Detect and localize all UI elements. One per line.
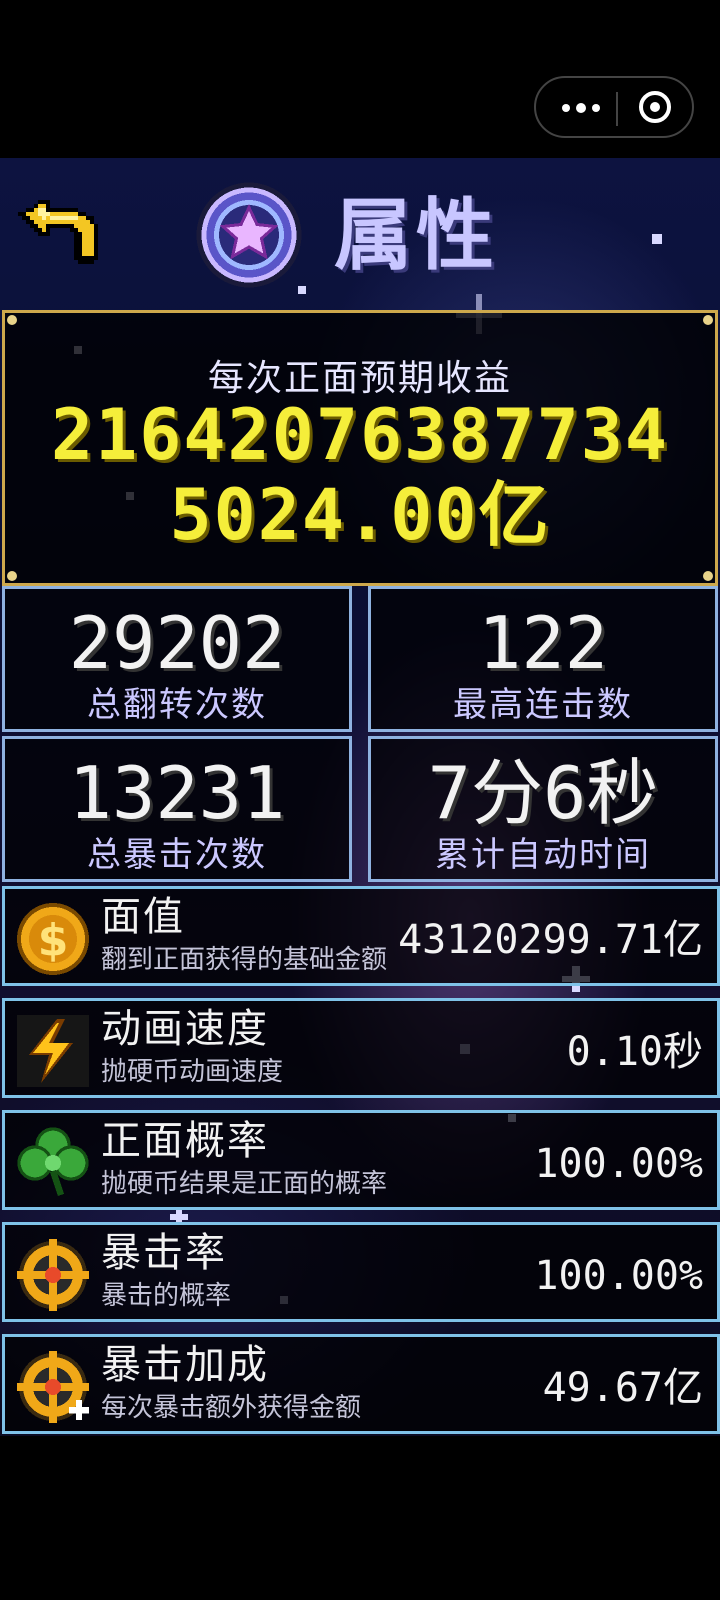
- mini-program-status-bar: [0, 0, 720, 158]
- stat-value: 7分6秒: [427, 751, 659, 835]
- stat-label: 总翻转次数: [87, 685, 267, 725]
- svg-text:$: $: [38, 915, 69, 966]
- attribute-value: 100.00%: [534, 1141, 703, 1187]
- expected-income-value: 21642076387734 5024.00亿: [5, 395, 715, 555]
- capsule-divider: [616, 92, 618, 126]
- attribute-desc: 抛硬币动画速度: [101, 1057, 284, 1087]
- attribute-row-heads-probability[interactable]: 正面概率 抛硬币结果是正面的概率 100.00%: [2, 1110, 720, 1210]
- attribute-value: 43120299.71亿: [398, 917, 703, 963]
- lightning-icon: [13, 1011, 93, 1091]
- attribute-desc: 抛硬币结果是正面的概率: [101, 1169, 388, 1199]
- more-dots-icon[interactable]: [552, 88, 610, 128]
- attribute-desc: 暴击的概率: [101, 1281, 232, 1311]
- attribute-name: 正面概率: [101, 1118, 269, 1164]
- attribute-name: 暴击率: [101, 1230, 227, 1276]
- stat-value: 13231: [68, 751, 286, 835]
- stat-value: 29202: [68, 601, 286, 685]
- attribute-name: 动画速度: [101, 1006, 269, 1052]
- attribute-row-face-value[interactable]: $ 面值 翻到正面获得的基础金额 43120299.71亿: [2, 886, 720, 986]
- attribute-row-animation-speed[interactable]: 动画速度 抛硬币动画速度 0.10秒: [2, 998, 720, 1098]
- attribute-value: 0.10秒: [566, 1029, 703, 1075]
- stat-label: 累计自动时间: [435, 835, 651, 875]
- stat-total-flips: 29202 总翻转次数: [2, 586, 352, 732]
- star-badge-icon: [194, 180, 304, 290]
- attribute-name: 暴击加成: [101, 1342, 269, 1388]
- stat-label: 最高连击数: [453, 685, 633, 725]
- stat-label: 总暴击次数: [87, 835, 267, 875]
- clover-icon: [13, 1123, 93, 1203]
- stat-max-combo: 122 最高连击数: [368, 586, 718, 732]
- attribute-desc: 翻到正面获得的基础金额: [101, 945, 388, 975]
- expected-income-value-line2: 5024.00亿: [169, 474, 551, 556]
- stat-total-crits: 13231 总暴击次数: [2, 736, 352, 882]
- attribute-name: 面值: [101, 894, 185, 940]
- attribute-value: 49.67亿: [542, 1365, 703, 1411]
- bottom-safe-area: [0, 1436, 720, 1600]
- page-title: 属性: [334, 191, 499, 281]
- expected-income-value-line1: 21642076387734: [50, 394, 669, 476]
- crosshair-icon: [13, 1235, 93, 1315]
- game-screen: 属性 每次正面预期收益 21642076387734 5024.00亿 2920…: [0, 158, 720, 1436]
- crosshair-plus-icon: [13, 1347, 93, 1427]
- target-close-icon[interactable]: [639, 91, 671, 123]
- mini-program-capsule: [534, 76, 694, 138]
- expected-income-panel: 每次正面预期收益 21642076387734 5024.00亿: [2, 310, 718, 586]
- back-arrow-icon[interactable]: [10, 196, 106, 276]
- attribute-row-crit-rate[interactable]: 暴击率 暴击的概率 100.00%: [2, 1222, 720, 1322]
- stat-auto-time: 7分6秒 累计自动时间: [368, 736, 718, 882]
- attribute-row-crit-bonus[interactable]: 暴击加成 每次暴击额外获得金额 49.67亿: [2, 1334, 720, 1434]
- attribute-desc: 每次暴击额外获得金额: [101, 1393, 362, 1423]
- gold-coin-icon: $: [13, 899, 93, 979]
- stat-value: 122: [477, 601, 609, 685]
- attribute-value: 100.00%: [534, 1253, 703, 1299]
